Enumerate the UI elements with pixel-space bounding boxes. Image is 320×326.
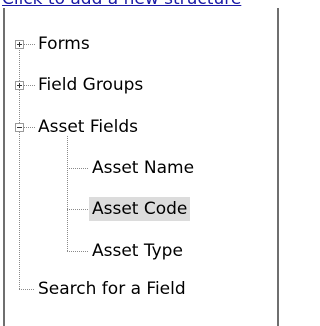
expand-field-groups-icon[interactable] [15, 81, 24, 90]
add-structure-link[interactable]: Click to add a new structure [2, 0, 288, 8]
tree-node-field-groups[interactable]: Field Groups [35, 73, 146, 97]
tree-node-asset-fields[interactable]: Asset Fields [35, 115, 141, 139]
expand-forms-icon[interactable] [15, 40, 24, 49]
tree-node-forms[interactable]: Forms [35, 32, 93, 56]
tree-node-asset-type[interactable]: Asset Type [89, 239, 186, 263]
collapse-asset-fields-icon[interactable] [15, 123, 24, 132]
tree-node-search-for-a-field[interactable]: Search for a Field [35, 277, 189, 301]
tree-panel: Forms Field Groups Asset Fields Asset Na… [3, 8, 279, 326]
tree-node-asset-code[interactable]: Asset Code [89, 197, 191, 221]
tree-node-asset-name[interactable]: Asset Name [89, 156, 197, 180]
